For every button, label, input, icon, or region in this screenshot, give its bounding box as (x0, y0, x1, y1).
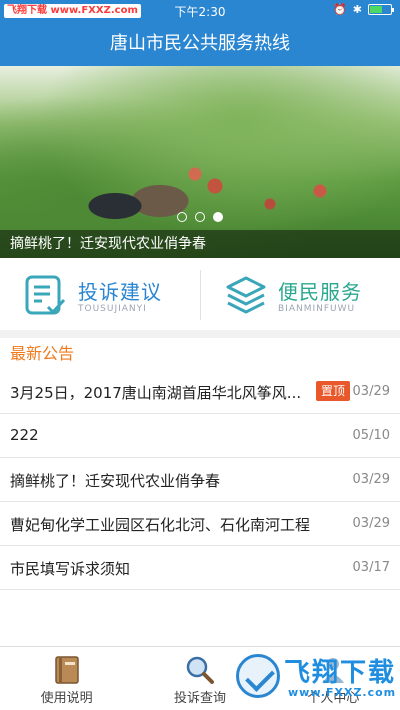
banner-carousel[interactable]: 摘鲜桃了！迁安现代农业俏争春 (0, 66, 400, 258)
carousel-dot[interactable] (195, 212, 205, 222)
notice-row[interactable]: 222 05/10 (0, 414, 400, 458)
status-icons: ⏰ ✱ (333, 3, 394, 16)
notice-text: 曹妃甸化学工业园区石化北河、石化南河工程 (10, 516, 310, 534)
tab-label: 使用说明 (40, 691, 93, 706)
complaint-button[interactable]: 投诉建议 TOUSUJIANYI (0, 258, 200, 330)
service-subtitle: BIANMINFUWU (278, 304, 356, 314)
page-title: 唐山市民公共服务热线 (110, 33, 290, 54)
notice-row[interactable]: 市民填写诉求须知 03/17 (0, 546, 400, 590)
watermark-url: www.FXXZ.com (288, 686, 397, 699)
notice-row[interactable]: 曹妃甸化学工业园区石化北河、石化南河工程 03/29 (0, 502, 400, 546)
notice-date: 03/29 (352, 516, 390, 531)
service-button[interactable]: 便民服务 BIANMINFUWU (200, 258, 400, 330)
notice-date: 05/10 (352, 428, 390, 443)
complaint-form-icon (25, 275, 66, 315)
complaint-subtitle: TOUSUJIANYI (78, 304, 147, 314)
status-bar: 飞翔下载 www.FXXZ.com 下午2:30 ⏰ ✱ (0, 0, 400, 22)
watermark: 飞翔下载 www.FXXZ.com (232, 648, 398, 708)
pinned-badge: 置顶 (316, 381, 351, 401)
carousel-dots (177, 212, 223, 222)
complaint-title: 投诉建议 (78, 280, 162, 304)
notice-row[interactable]: 摘鲜桃了！迁安现代农业俏争春 03/29 (0, 458, 400, 502)
notice-date: 03/29 (352, 384, 390, 399)
notice-text: 摘鲜桃了！迁安现代农业俏争春 (10, 472, 221, 490)
watermark-logo (236, 654, 280, 698)
notice-date: 03/17 (352, 560, 390, 575)
watermark-title: 飞翔下载 (284, 658, 397, 688)
notice-text: 222 (10, 426, 39, 444)
service-title: 便民服务 (278, 280, 362, 304)
banner-caption: 摘鲜桃了！迁安现代农业俏争春 (0, 230, 400, 258)
bluetooth-icon: ✱ (352, 3, 362, 16)
layers-icon (226, 276, 266, 314)
notice-header: 最新公告 (10, 344, 75, 363)
battery-icon (368, 4, 394, 15)
tab-instructions[interactable]: 使用说明 (0, 647, 133, 710)
nav-bar: 唐山市民公共服务热线 (0, 22, 400, 66)
notice-date: 03/29 (352, 472, 390, 487)
carousel-dot-active[interactable] (213, 212, 223, 222)
notice-list: 最新公告 3月25日，2017唐山南湖首届华北风筝风... 置顶 03/29 2… (0, 338, 400, 646)
search-icon (186, 656, 214, 684)
carousel-dot[interactable] (177, 212, 187, 222)
notice-text: 市民填写诉求须知 (10, 560, 131, 578)
notice-row[interactable]: 3月25日，2017唐山南湖首届华北风筝风... 置顶 03/29 (0, 370, 400, 414)
notice-text: 3月25日，2017唐山南湖首届华北风筝风... (10, 384, 302, 402)
quick-actions: 投诉建议 TOUSUJIANYI 便民服务 BIANMINFUWU (0, 258, 400, 330)
book-icon (54, 656, 79, 684)
alarm-icon: ⏰ (333, 3, 347, 16)
